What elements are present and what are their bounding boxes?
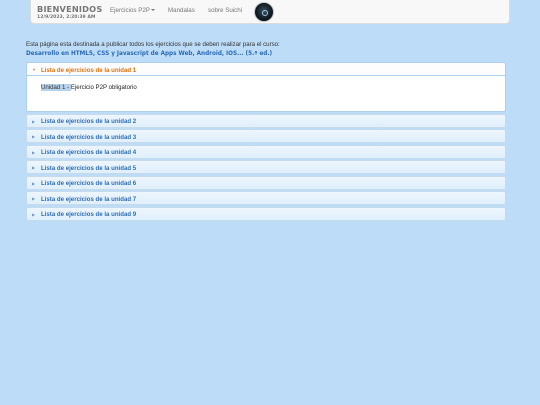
accordion-label: Lista de ejercicios de la unidad 3	[41, 133, 137, 141]
brand-timestamp: 12/9/2023, 2:20:39 AM	[37, 15, 96, 20]
exercise-title: Ejercicio P2P obligatorio	[70, 84, 137, 91]
accordion-header-unidad-5[interactable]: ▶ Lista de ejercicios de la unidad 5	[26, 160, 506, 174]
accordion-label: Lista de ejercicios de la unidad 9	[41, 211, 137, 218]
avatar-center-icon	[262, 10, 268, 16]
top-navbar: BIENVENIDOS 12/9/2023, 2:20:39 AM Ejerci…	[30, 0, 510, 24]
nav-item-mandalas[interactable]: Mandalas	[168, 7, 195, 14]
accordion-header-unidad-4[interactable]: ▶ Lista de ejercicios de la unidad 4	[26, 144, 506, 159]
triangle-down-icon: ▼	[32, 67, 36, 72]
triangle-right-icon: ▶	[32, 149, 36, 155]
intro-section: Esta página esta destinada a publicar to…	[26, 41, 280, 58]
triangle-right-icon: ▶	[32, 196, 36, 201]
accordion-header-unidad-1[interactable]: ▼ Lista de ejercicios de la unidad 1	[26, 62, 506, 76]
accordion-label: Lista de ejercicios de la unidad 2	[41, 118, 137, 125]
exercise-prefix: Unidad 1 -	[41, 84, 71, 91]
accordion-panel-unidad-1: Unidad 1 - Ejercicio P2P obligatorio	[26, 76, 506, 112]
caret-down-icon	[150, 9, 155, 12]
accordion-label: Lista de ejercicios de la unidad 7	[41, 195, 137, 203]
intro-text: Esta página esta destinada a publicar to…	[26, 41, 280, 48]
brand-title[interactable]: BIENVENIDOS	[37, 4, 102, 14]
avatar-icon[interactable]	[254, 2, 274, 22]
accordion-header-unidad-9[interactable]: ▶ Lista de ejercicios de la unidad 9	[26, 206, 506, 221]
exercise-link-unidad-1[interactable]: Unidad 1 - Ejercicio P2P obligatorio	[41, 84, 137, 91]
units-accordion: ▼ Lista de ejercicios de la unidad 1 Uni…	[26, 62, 506, 222]
accordion-label: Lista de ejercicios de la unidad 6	[41, 180, 137, 187]
nav-item-ejercicios-p2p[interactable]: Ejercicios P2P	[110, 7, 155, 14]
triangle-right-icon: ▶	[32, 118, 36, 124]
accordion-label: Lista de ejercicios de la unidad 4	[41, 149, 137, 156]
triangle-right-icon: ▶	[32, 180, 36, 186]
accordion-header-unidad-7[interactable]: ▶ Lista de ejercicios de la unidad 7	[26, 191, 506, 205]
triangle-right-icon: ▶	[32, 211, 36, 217]
accordion-label: Lista de ejercicios de la unidad 5	[41, 164, 137, 172]
course-title: Desarrollo en HTML5, CSS y Javascript de…	[26, 50, 273, 57]
triangle-right-icon: ▶	[32, 165, 36, 170]
nav-item-label: Ejercicios P2P	[110, 7, 150, 14]
accordion-header-unidad-6[interactable]: ▶ Lista de ejercicios de la unidad 6	[26, 175, 506, 190]
accordion-header-unidad-3[interactable]: ▶ Lista de ejercicios de la unidad 3	[26, 129, 506, 143]
accordion-label: Lista de ejercicios de la unidad 1	[41, 66, 137, 74]
nav-item-sobre-suichi[interactable]: sobre Suichi	[208, 7, 242, 14]
accordion-header-unidad-2[interactable]: ▶ Lista de ejercicios de la unidad 2	[26, 113, 506, 128]
triangle-right-icon: ▶	[32, 134, 36, 139]
